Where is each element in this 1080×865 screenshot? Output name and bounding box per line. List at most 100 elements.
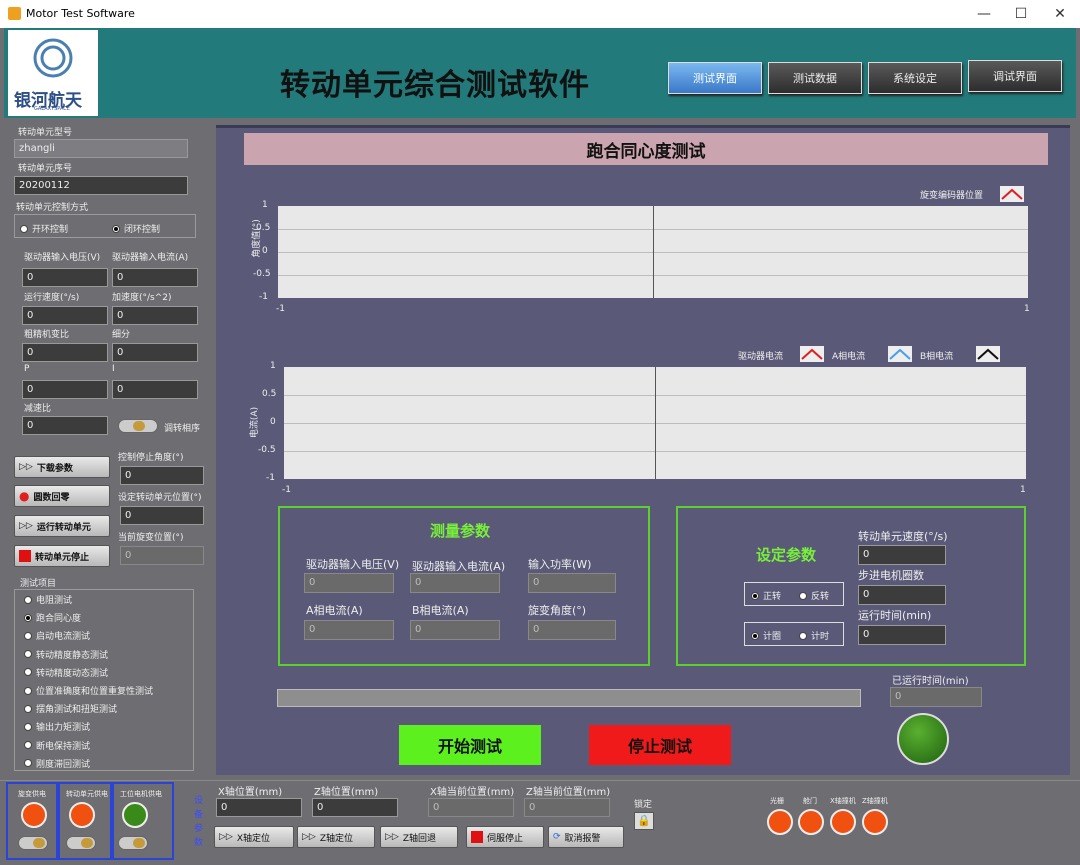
x-pos-field[interactable]: 0 <box>216 798 302 817</box>
company-logo: 银河航天 GALAXYSPACE <box>8 30 98 116</box>
elapsed-label: 已运行时间(min) <box>892 676 969 687</box>
i-field[interactable]: 0 <box>112 380 198 399</box>
z-cur-field: 0 <box>524 798 610 817</box>
set-pos-field[interactable]: 0 <box>120 506 204 525</box>
step-forward-icon: ▷▷ <box>385 832 399 842</box>
tab-test-ui[interactable]: 测试界面 <box>668 62 762 94</box>
m-b-field: 0 <box>410 620 500 640</box>
s-turns-field[interactable]: 0 <box>858 585 946 605</box>
z-return-button[interactable]: ▷▷ Z轴回退 <box>380 826 458 848</box>
open-loop-radio[interactable]: 开环控制 <box>20 222 68 235</box>
m-b-label: B相电流(A) <box>412 604 469 617</box>
test-item-radio[interactable]: 电阻测试 <box>24 593 72 606</box>
serial-field[interactable]: 20200112 <box>14 176 188 195</box>
alarm-label-1: 光栅 <box>770 797 784 805</box>
closed-loop-radio[interactable]: 闭环控制 <box>112 222 160 235</box>
x-locate-button[interactable]: ▷▷ X轴定位 <box>214 826 294 848</box>
test-item-radio[interactable]: 输出力矩测试 <box>24 720 90 733</box>
p-field[interactable]: 0 <box>22 380 108 399</box>
x-cur-field: 0 <box>428 798 514 817</box>
stop-unit-button[interactable]: 转动单元停止 <box>14 545 110 567</box>
tab-debug-ui[interactable]: 调试界面 <box>968 60 1062 92</box>
x-cur-label: X轴当前位置(mm) <box>430 787 515 798</box>
device-params-vertical: 设 备 参 数 <box>194 796 204 848</box>
power-lamp-2 <box>69 802 95 828</box>
chart1-ytick: 0 <box>262 246 268 256</box>
start-test-button[interactable]: 开始测试 <box>399 725 541 765</box>
s-turns-label: 步进电机圈数 <box>858 569 924 582</box>
ratio-field[interactable]: 0 <box>22 343 108 362</box>
set-pos-label: 设定转动单元位置(°) <box>118 493 202 503</box>
test-progress-bar <box>277 689 861 707</box>
reduction-field[interactable]: 0 <box>22 416 108 435</box>
chart1-ytick: -0.5 <box>253 269 271 279</box>
timed-radio[interactable]: 计时 <box>799 629 829 642</box>
power-toggle-1[interactable] <box>18 836 48 850</box>
alarm-label-2: 舱门 <box>803 797 817 805</box>
stop-angle-label: 控制停止角度(°) <box>118 453 184 463</box>
speed-field[interactable]: 0 <box>22 306 108 325</box>
accel-label: 加速度(°/s^2) <box>112 293 172 303</box>
app-icon <box>8 7 21 20</box>
test-item-radio[interactable]: 跑合同心度 <box>24 611 81 624</box>
chart2-legend-label: A相电流 <box>832 352 866 362</box>
m-angle-label: 旋变角度(°) <box>528 604 587 617</box>
test-item-radio[interactable]: 位置准确度和位置重复性测试 <box>24 684 153 697</box>
minimize-button[interactable]: — <box>974 4 994 24</box>
x-pos-label: X轴位置(mm) <box>218 787 283 798</box>
chart2-ytick: 1 <box>270 361 276 371</box>
z-cur-label: Z轴当前位置(mm) <box>526 787 611 798</box>
tab-system-settings[interactable]: 系统设定 <box>868 62 962 94</box>
drv-current-field[interactable]: 0 <box>112 268 198 287</box>
power-label-1: 旋变供电 <box>18 790 46 798</box>
m-a-field: 0 <box>304 620 394 640</box>
reverse-radio[interactable]: 反转 <box>799 589 829 602</box>
chart2-xtick: 1 <box>1020 485 1026 495</box>
z-locate-button[interactable]: ▷▷ Z轴定位 <box>297 826 375 848</box>
test-item-radio[interactable]: 刚度滞回测试 <box>24 757 90 770</box>
step-forward-icon: ▷▷ <box>302 832 316 842</box>
stop-square-icon <box>471 831 483 843</box>
z-pos-field[interactable]: 0 <box>312 798 398 817</box>
m-current-label: 驱动器输入电流(A) <box>412 560 506 573</box>
s-speed-field[interactable]: 0 <box>858 545 946 565</box>
power-toggle-2[interactable] <box>66 836 96 850</box>
run-unit-button[interactable]: ▷▷ 运行转动单元 <box>14 515 110 537</box>
reset-icon: ⟳ <box>553 832 561 842</box>
s-runtime-field[interactable]: 0 <box>858 625 946 645</box>
model-field[interactable]: zhangli <box>14 139 188 158</box>
subdiv-label: 细分 <box>112 330 131 340</box>
power-lamp-1 <box>21 802 47 828</box>
lock-icon[interactable]: 🔒 <box>634 812 654 830</box>
drv-voltage-field[interactable]: 0 <box>22 268 108 287</box>
subdiv-field[interactable]: 0 <box>112 343 198 362</box>
logo-subtext: GALAXYSPACE <box>34 106 70 112</box>
tab-test-data[interactable]: 测试数据 <box>768 62 862 94</box>
maximize-button[interactable]: ☐ <box>1011 4 1031 24</box>
s-runtime-label: 运行时间(min) <box>858 609 932 622</box>
stop-angle-field[interactable]: 0 <box>120 466 204 485</box>
power-toggle-3[interactable] <box>118 836 148 850</box>
test-item-radio[interactable]: 启动电流测试 <box>24 629 90 642</box>
reduction-label: 减速比 <box>24 404 52 414</box>
test-item-radio[interactable]: 转动精度静态测试 <box>24 648 108 661</box>
red-dot-icon: ● <box>19 489 30 503</box>
accel-field[interactable]: 0 <box>112 306 198 325</box>
download-params-button[interactable]: ▷▷ 下载参数 <box>14 456 110 478</box>
forward-radio[interactable]: 正转 <box>751 589 781 602</box>
cancel-alarm-button[interactable]: ⟳ 取消报警 <box>548 826 624 848</box>
close-button[interactable]: ✕ <box>1050 4 1070 24</box>
chart2-ytick: 0.5 <box>262 389 277 399</box>
window-titlebar: Motor Test Software — ☐ ✕ <box>0 0 1080 28</box>
count-radio[interactable]: 计圈 <box>751 629 781 642</box>
test-item-radio[interactable]: 摆角测试和扭矩测试 <box>24 702 117 715</box>
elapsed-field: 0 <box>890 687 982 707</box>
phase-toggle[interactable] <box>118 419 158 433</box>
serial-label: 转动单元序号 <box>18 164 73 174</box>
stop-test-button[interactable]: 停止测试 <box>589 725 731 765</box>
test-item-radio[interactable]: 断电保持测试 <box>24 739 90 752</box>
test-item-radio[interactable]: 转动精度动态测试 <box>24 666 108 679</box>
servo-stop-button[interactable]: 伺服停止 <box>466 826 544 848</box>
zeroing-button[interactable]: ● 圆数回零 <box>14 485 110 507</box>
chart1-legend-swatch <box>1000 186 1024 202</box>
